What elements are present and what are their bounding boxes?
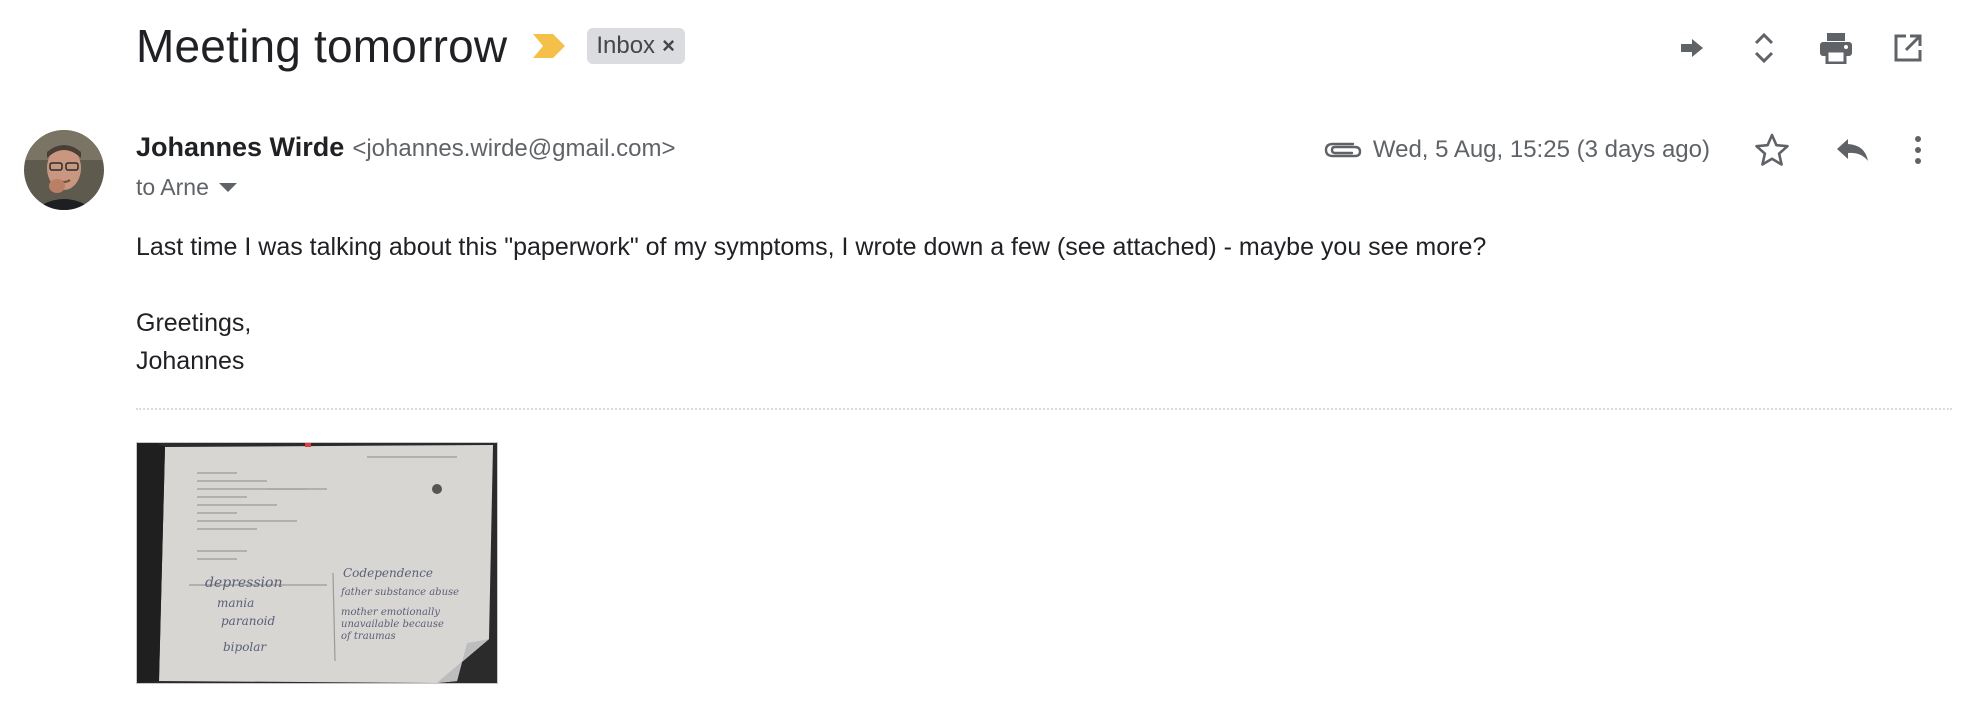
remove-label-icon[interactable]: × <box>662 33 675 59</box>
body-line: Johannes <box>136 347 245 375</box>
attachment-word: paranoid <box>221 614 276 628</box>
open-in-new-window-icon[interactable] <box>1872 24 1944 72</box>
sender-row: Johannes Wirde <johannes.wirde@gmail.com… <box>136 132 676 163</box>
attachment-word: bipolar <box>223 640 267 654</box>
inbox-label-chip: Inbox × <box>587 28 685 64</box>
body-line: Last time I was talking about this "pape… <box>136 233 1487 261</box>
forward-arrow-icon[interactable] <box>1656 24 1728 72</box>
attachment-word: unavailable because <box>341 619 444 630</box>
recipients-row: to Arne <box>136 174 237 201</box>
attachment-word: mother emotionally <box>341 607 440 618</box>
sender-name[interactable]: Johannes Wirde <box>136 132 344 163</box>
attachment-word: Codependence <box>343 566 433 580</box>
attachment-word: depression <box>205 575 282 591</box>
importance-marker-icon[interactable] <box>531 32 567 60</box>
body-line: Greetings, <box>136 309 252 337</box>
print-icon[interactable] <box>1800 24 1872 72</box>
label-chip-text: Inbox <box>596 32 656 59</box>
attachment-divider <box>136 408 1952 410</box>
expand-collapse-icon[interactable] <box>1728 24 1800 72</box>
attachment-word: father substance abuse <box>340 587 459 598</box>
star-icon[interactable] <box>1732 126 1812 174</box>
attachment-word: mania <box>217 596 254 610</box>
thread-toolbar <box>1656 24 1944 72</box>
reply-icon[interactable] <box>1812 126 1892 174</box>
message-date: Wed, 5 Aug, 15:25 (3 days ago) <box>1372 136 1710 163</box>
attachment-word: of traumas <box>341 631 396 642</box>
subject-row: Meeting tomorrow Inbox × <box>136 14 685 78</box>
more-vert-icon[interactable] <box>1892 126 1944 174</box>
email-subject: Meeting tomorrow <box>136 20 508 72</box>
sender-email: <johannes.wirde@gmail.com> <box>352 135 676 162</box>
recipients-text: to Arne <box>136 174 209 200</box>
attachment-thumbnail[interactable]: depression mania paranoid bipolar Codepe… <box>136 442 498 684</box>
attachment-clip-icon <box>1324 142 1362 158</box>
sender-avatar[interactable] <box>24 130 104 210</box>
show-details-caret-icon[interactable] <box>218 183 237 192</box>
message-meta: Wed, 5 Aug, 15:25 (3 days ago) <box>1323 126 1944 174</box>
message-body: Last time I was talking about this "pape… <box>136 228 1486 380</box>
